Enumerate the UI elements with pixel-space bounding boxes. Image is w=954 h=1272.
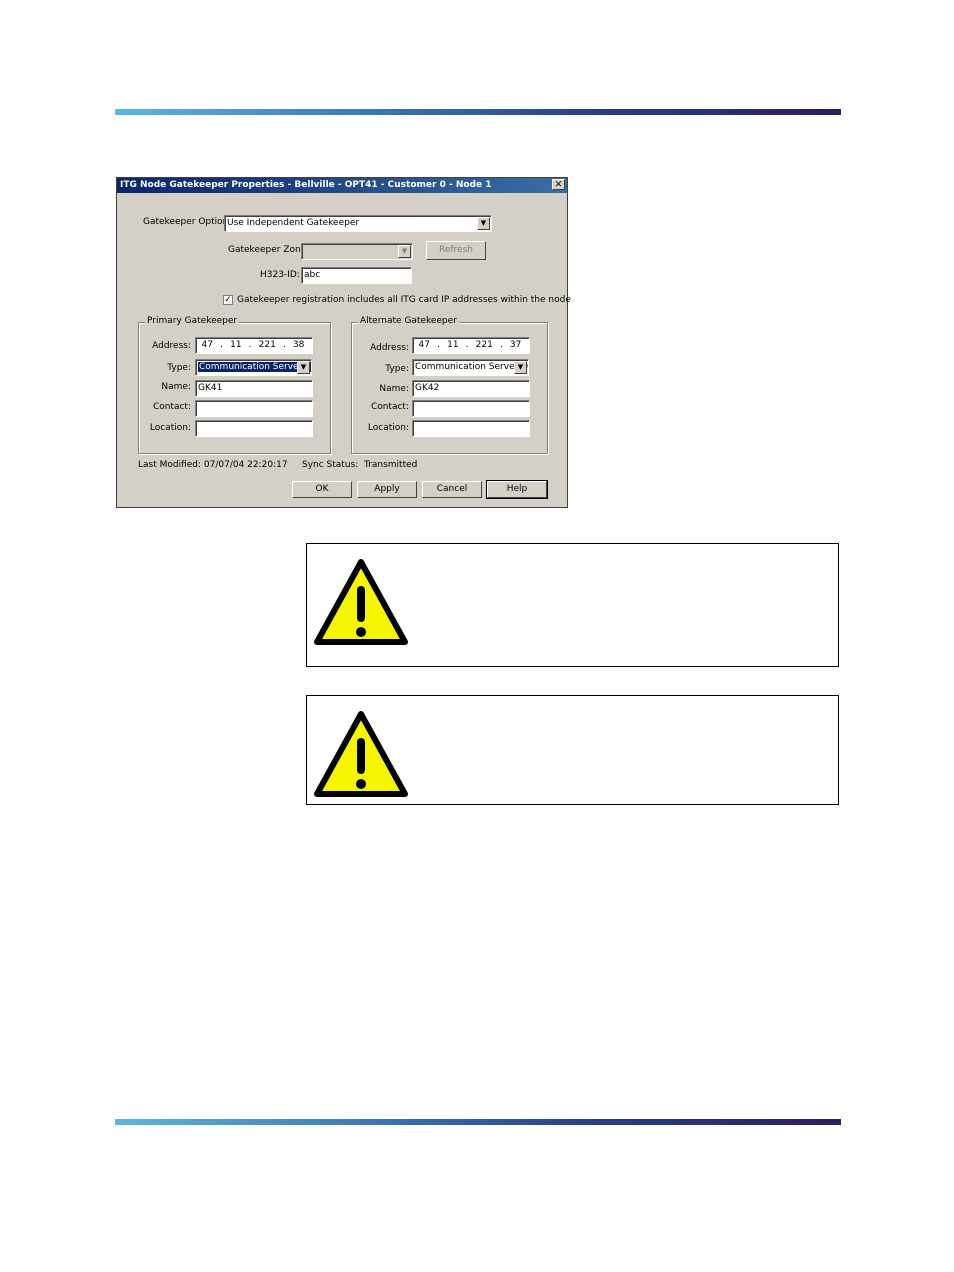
primary-contact-input[interactable] bbox=[195, 400, 313, 417]
primary-address-label: Address: bbox=[152, 341, 191, 351]
primary-gatekeeper-title: Primary Gatekeeper bbox=[145, 316, 240, 326]
alternate-address-label: Address: bbox=[370, 343, 409, 353]
primary-contact-label: Contact: bbox=[152, 402, 191, 412]
primary-name-label: Name: bbox=[161, 382, 191, 392]
apply-button[interactable]: Apply bbox=[357, 481, 417, 498]
close-icon[interactable]: ✕ bbox=[552, 179, 565, 190]
alternate-contact-label: Contact: bbox=[370, 402, 409, 412]
dialog-title: ITG Node Gatekeeper Properties - Bellvil… bbox=[120, 180, 492, 190]
primary-name-input[interactable]: GK41 bbox=[195, 380, 313, 397]
primary-location-input[interactable] bbox=[195, 420, 313, 437]
primary-address-input[interactable]: 47. 11. 221. 38 bbox=[195, 337, 313, 354]
alternate-octet-3: 221 bbox=[475, 340, 493, 350]
gatekeeper-zone-select[interactable]: ▼ bbox=[301, 243, 413, 260]
registration-checkbox-label: Gatekeeper registration includes all ITG… bbox=[237, 295, 571, 305]
alternate-octet-4: 37 bbox=[509, 340, 522, 350]
primary-octet-4: 38 bbox=[292, 340, 305, 350]
help-button[interactable]: Help bbox=[486, 480, 548, 499]
cancel-button[interactable]: Cancel bbox=[422, 481, 482, 498]
alternate-location-input[interactable] bbox=[412, 420, 530, 437]
chevron-down-icon[interactable]: ▼ bbox=[477, 217, 490, 230]
alternate-address-input[interactable]: 47. 11. 221. 37 bbox=[412, 337, 530, 354]
h323-id-input[interactable]: abc bbox=[301, 267, 412, 284]
alternate-type-select[interactable]: Communication Server 10( ▼ bbox=[412, 359, 529, 376]
sync-status-text: Sync Status: Transmitted bbox=[302, 460, 418, 470]
registration-checkbox[interactable]: ✓ bbox=[223, 295, 233, 305]
alternate-octet-2: 11 bbox=[447, 340, 459, 350]
primary-octet-2: 11 bbox=[230, 340, 242, 350]
alternate-type-label: Type: bbox=[385, 364, 409, 374]
dialog-title-bar[interactable]: ITG Node Gatekeeper Properties - Bellvil… bbox=[117, 178, 567, 193]
primary-location-label: Location: bbox=[149, 423, 191, 433]
primary-type-value: Communication Server 10 bbox=[198, 362, 311, 372]
h323-id-label: H323-ID: bbox=[260, 270, 300, 280]
header-rule bbox=[115, 109, 841, 115]
primary-octet-1: 47 bbox=[201, 340, 213, 350]
alternate-gatekeeper-title: Alternate Gatekeeper bbox=[358, 316, 459, 326]
gatekeeper-option-value: Use Independent Gatekeeper bbox=[227, 218, 360, 228]
ok-button[interactable]: OK bbox=[292, 481, 352, 498]
gatekeeper-option-select[interactable]: Use Independent Gatekeeper ▼ bbox=[224, 215, 492, 232]
refresh-button[interactable]: Refresh bbox=[426, 241, 486, 260]
alternate-location-label: Location: bbox=[367, 423, 409, 433]
gatekeeper-zone-label: Gatekeeper Zone: bbox=[228, 245, 310, 255]
gatekeeper-option-label: Gatekeeper Option: bbox=[143, 217, 232, 227]
warning-triangle-icon bbox=[314, 711, 408, 797]
alternate-octet-1: 47 bbox=[418, 340, 430, 350]
last-modified-text: Last Modified: 07/07/04 22:20:17 bbox=[138, 460, 288, 470]
warning-box bbox=[306, 543, 839, 667]
warning-box bbox=[306, 695, 839, 805]
chevron-down-icon[interactable]: ▼ bbox=[297, 361, 310, 374]
gatekeeper-properties-dialog: ITG Node Gatekeeper Properties - Bellvil… bbox=[116, 177, 571, 508]
alternate-name-label: Name: bbox=[379, 384, 409, 394]
primary-octet-3: 221 bbox=[258, 340, 276, 350]
alternate-name-input[interactable]: GK42 bbox=[412, 380, 530, 397]
warning-triangle-icon bbox=[314, 559, 408, 645]
alternate-contact-input[interactable] bbox=[412, 400, 530, 417]
alternate-type-value: Communication Server 10( bbox=[415, 362, 529, 372]
chevron-down-icon[interactable]: ▼ bbox=[398, 245, 411, 258]
primary-type-select[interactable]: Communication Server 10 ▼ bbox=[195, 359, 312, 376]
footer-rule bbox=[115, 1119, 841, 1125]
primary-type-label: Type: bbox=[167, 363, 191, 373]
chevron-down-icon[interactable]: ▼ bbox=[514, 361, 527, 374]
